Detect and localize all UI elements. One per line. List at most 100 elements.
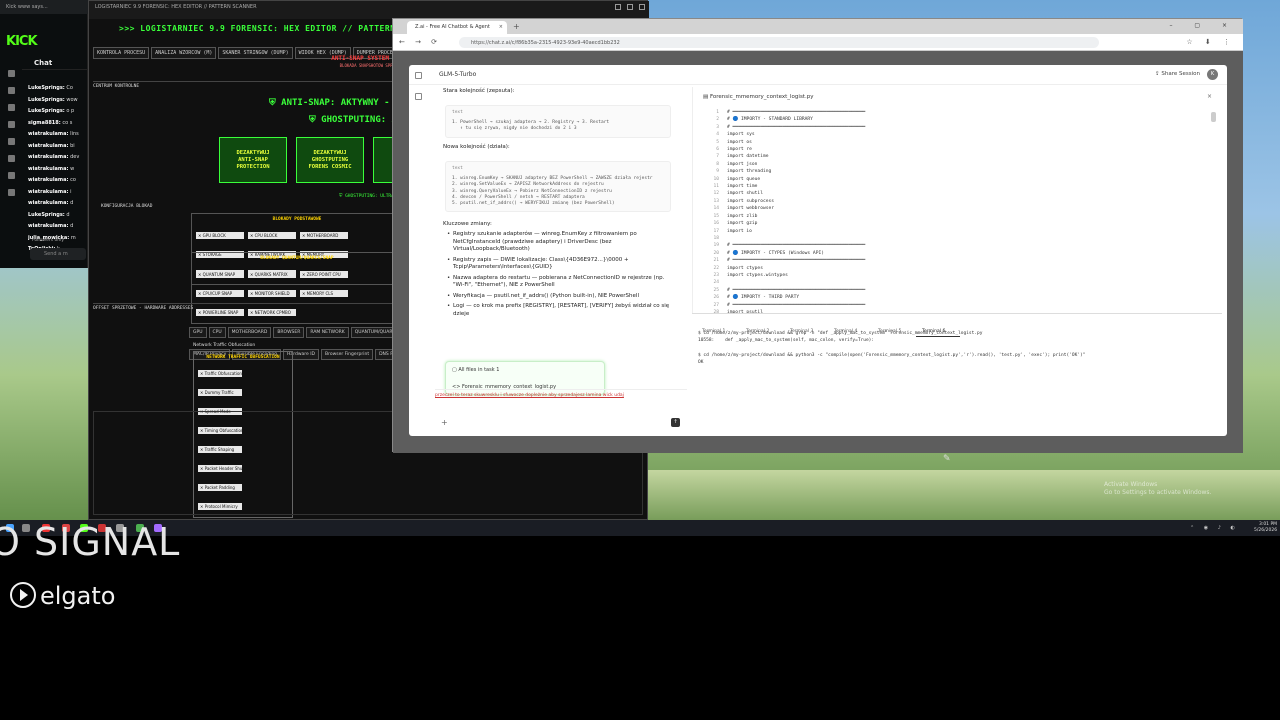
chat-text: dev (70, 154, 80, 160)
line-number: 11 (713, 184, 719, 190)
chat-username[interactable]: wiatrakulama: (28, 131, 69, 137)
chat-message: sigma8818: co s (28, 118, 88, 130)
chat-username[interactable]: sigma8818: (28, 120, 61, 126)
spoof-tab[interactable]: CPU (208, 327, 226, 338)
spoof-tab[interactable]: MOTHERBOARD (227, 327, 272, 338)
close-button[interactable] (639, 4, 645, 10)
chat-message: wiatrakulama: Iins (28, 129, 88, 141)
checkbox-option[interactable]: ✕ Dummy Traffic (198, 389, 242, 396)
checkbox-option[interactable]: ✕ MONITOR SHIELD (248, 290, 296, 297)
close-editor-icon[interactable]: × (1207, 93, 1212, 100)
old-order-label: Stara kolejność (zepsuta): (443, 88, 515, 94)
checkbox-option[interactable]: ✕ MOTHERBOARD (300, 232, 348, 239)
chat-username[interactable]: wiatrakulama: (28, 177, 69, 183)
checkbox-option[interactable]: ✕ QUANTUM SNAP (196, 271, 244, 278)
taskbar-clock[interactable]: 3:01 PM 5/26/2026 (1254, 522, 1277, 533)
checkbox-option[interactable]: ✕ Traffic Obfuscation (198, 370, 242, 377)
chat-text: wow (66, 96, 78, 103)
elgato-brand: elgato (40, 582, 116, 610)
chat-username[interactable]: wiatrakulama: (28, 189, 69, 195)
checkbox-option[interactable]: ✕ CPU BLOCK (248, 232, 296, 239)
code-text: 1. PowerShell → szukaj adaptera → 2. Reg… (452, 120, 610, 132)
stats-icon[interactable] (8, 172, 15, 179)
checkbox-option[interactable]: ✕ GPU BLOCK (196, 232, 244, 239)
chat-username[interactable]: wiatrakulama: (28, 166, 69, 172)
new-chat-icon[interactable] (415, 93, 422, 100)
chat-text: Iins (70, 131, 79, 137)
url-input[interactable]: https://chat.z.ai/c/f86b35a-2315-4923-93… (459, 37, 1099, 48)
prompt-input[interactable]: przeczel to teraz skuwresklu i sfuwocze … (435, 393, 624, 398)
checkbox-label: MEMORY CLS (306, 291, 334, 296)
spoof-tab[interactable]: Browser Fingerprint (321, 349, 374, 360)
extension-icons[interactable]: ☆ ⬇ ⋮ (1186, 38, 1235, 46)
chat-username[interactable]: wiatrakulama: (28, 223, 69, 229)
checkbox-option[interactable]: ✕ MEMORY CLS (300, 290, 348, 297)
following-icon[interactable] (8, 104, 15, 111)
kick-logo[interactable]: KICK (6, 34, 38, 49)
tools-icon[interactable] (8, 155, 15, 162)
editor-scrollbar[interactable] (1211, 112, 1216, 122)
line-number: 27 (713, 302, 719, 308)
browse-icon[interactable] (8, 87, 15, 94)
desktop-screen: Kick www says... KICK Chat LukeSprings: … (0, 0, 1280, 536)
checkbox-option[interactable]: ✕ QUARKS MATRIX (248, 271, 296, 278)
code-block-old: text 1. PowerShell → szukaj adaptera → 2.… (445, 105, 671, 138)
pencil-icon[interactable]: ✎ (943, 454, 951, 464)
hex-tab[interactable]: ANALIZA WZORCOW (M) (151, 47, 217, 59)
panel-toggle-icon[interactable] (415, 72, 422, 79)
chat-text: co (70, 177, 76, 183)
editor-file-tab[interactable]: ▤ Forensic_mmemory_context_logist.py (703, 94, 813, 100)
line-text: # ══════════════════════════════════════… (727, 258, 866, 264)
chat-send-input[interactable]: Send a m (30, 248, 86, 260)
model-selector[interactable]: GLM-5-Turbo (439, 71, 476, 78)
code-line: 11 import time (703, 183, 1203, 190)
line-number: 25 (713, 287, 719, 293)
browser-tab[interactable]: Z.ai - Free AI Chatbot & Agent × (407, 21, 507, 34)
hex-tab[interactable]: KONTROLA PROCESU (93, 47, 150, 59)
chat-username[interactable]: LukeSprings: (28, 85, 65, 91)
deactivate-anti-snap-button[interactable]: DEZAKTYWUJ ANTI-SNAP PROTECTION (219, 137, 287, 183)
chat-username[interactable]: LukeSprings: (28, 97, 65, 103)
window-controls[interactable]: – ▢ × (1169, 22, 1237, 29)
chat-username[interactable]: wiatrakulama: (28, 200, 69, 206)
maximize-button[interactable] (627, 4, 633, 10)
chat-username[interactable]: LukeSprings: (28, 212, 65, 218)
checkbox-option[interactable]: ✕ CPU/CUP SNAP (196, 290, 244, 297)
chat-text: m (70, 234, 76, 241)
code-line: 26 # 🔵 IMPORTY - THIRD PARTY (703, 294, 1203, 301)
spoof-tab[interactable]: GPU (189, 327, 207, 338)
attach-icon[interactable]: + (441, 418, 448, 427)
chat-message: wiatrakulama: w (28, 164, 88, 176)
wallet-icon[interactable] (8, 189, 15, 196)
checkbox-option[interactable]: ✕ ZERO POINT CPU (300, 271, 348, 278)
code-line: 19 # ════════════════════════════════════… (703, 242, 1203, 249)
chat-username[interactable]: wiatrakulama: (28, 154, 69, 160)
activate-title: Activate Windows (1104, 481, 1158, 488)
settings-icon[interactable] (8, 138, 15, 145)
close-tab-icon[interactable]: × (499, 24, 503, 30)
send-button[interactable]: ↑ (671, 418, 680, 427)
terminal-output: $ cd /home/z/my-project/download && grep… (698, 331, 1086, 365)
share-session-button[interactable]: ⇪ Share Session (1155, 71, 1200, 77)
minimize-button[interactable] (615, 4, 621, 10)
code-line: 20 # 🔵 IMPORTY - CTYPES (Windows API) (703, 250, 1203, 257)
new-tab-icon[interactable]: + (513, 22, 520, 31)
system-tray[interactable]: ⌃ ◉ ♪ ◐ (1190, 525, 1239, 531)
chat-username[interactable]: LukeSprings: (28, 108, 65, 114)
line-number: 16 (713, 221, 719, 227)
spoof-tab[interactable]: RAM NETWORK (306, 327, 349, 338)
inbox-icon[interactable] (8, 121, 15, 128)
chat-username[interactable]: wiatrakulama: (28, 143, 69, 149)
third-action-button[interactable] (373, 137, 393, 183)
signal-text: O SIGNAL (0, 520, 181, 564)
chat-message: LukeSprings: wow (28, 95, 88, 107)
browser-tabbar: Z.ai - Free AI Chatbot & Agent × + – ▢ × (393, 19, 1243, 34)
chat-messages: LukeSprings: Co LukeSprings: wow LukeSprin… (28, 83, 88, 256)
activate-sub: Go to Settings to activate Windows. (1104, 489, 1212, 496)
kick-tab-title[interactable]: Kick www says... (0, 0, 88, 14)
spoof-tab[interactable]: BROWSER (273, 327, 305, 338)
avatar[interactable]: K (1207, 69, 1218, 80)
home-icon[interactable] (8, 70, 15, 77)
deactivate-ghostputing-button[interactable]: DEZAKTYWUJ GHOSTPUTING FORENS COSMIC (296, 137, 364, 183)
nav-icons[interactable]: ← → ⟳ (399, 38, 441, 46)
